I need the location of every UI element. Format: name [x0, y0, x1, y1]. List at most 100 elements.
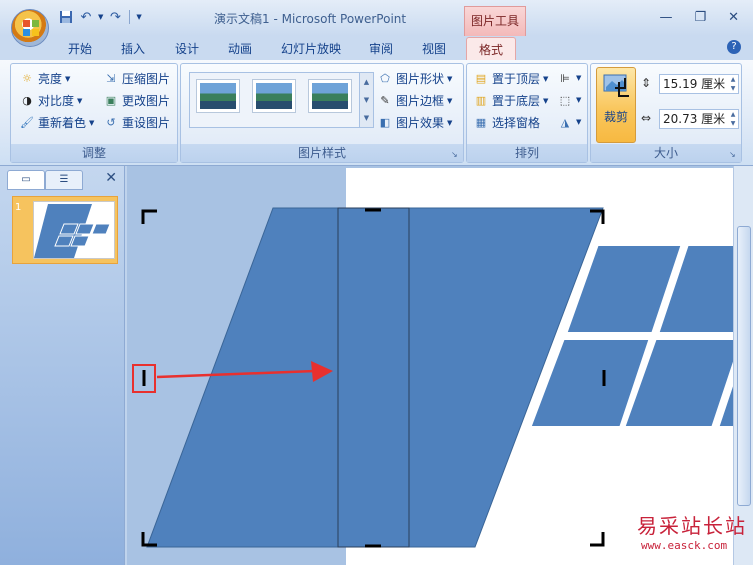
- crop-button[interactable]: 裁剪: [596, 67, 636, 143]
- slide-thumbnail-preview: [33, 201, 115, 259]
- width-icon: ⇔: [641, 111, 652, 125]
- panel-tabs: ▭ ☰: [7, 170, 83, 190]
- group-label-size: 大小: [591, 144, 741, 162]
- compress-icon: ⇲: [106, 72, 116, 85]
- gallery-up-icon[interactable]: ▲: [364, 78, 369, 86]
- window-title: 演示文稿1 - Microsoft PowerPoint: [214, 12, 407, 26]
- height-icon: ⇕: [641, 76, 652, 90]
- minimize-icon[interactable]: —: [659, 10, 672, 25]
- selection-pane-button[interactable]: ▦ 选择窗格: [473, 114, 540, 131]
- rotate-button[interactable]: ◮ ▼: [557, 114, 582, 130]
- bring-to-front-label: 置于顶层: [492, 72, 541, 86]
- width-value: 20.73 厘米: [663, 112, 726, 126]
- customize-qat-icon[interactable]: ▼: [136, 13, 141, 21]
- qat-separator: [129, 10, 131, 24]
- align-button[interactable]: ⊫ ▼: [557, 70, 581, 86]
- chevron-down-icon: ▼: [543, 74, 549, 83]
- tab-format[interactable]: 格式: [466, 37, 517, 61]
- scrollbar-thumb[interactable]: [737, 226, 751, 506]
- office-button[interactable]: [11, 9, 49, 47]
- tab-home[interactable]: 开始: [68, 40, 92, 57]
- chevron-down-icon: ▼: [447, 74, 453, 83]
- tab-insert[interactable]: 插入: [121, 40, 145, 57]
- recolor-icon: 🖌: [20, 116, 34, 129]
- chevron-down-icon: ▼: [65, 74, 71, 83]
- restore-icon[interactable]: ❐: [694, 10, 706, 25]
- change-picture-icon: ▣: [105, 94, 117, 107]
- recolor-button[interactable]: 🖌 重新着色 ▼: [19, 114, 94, 131]
- width-spinner[interactable]: 20.73 厘米 ▲ ▼: [659, 109, 739, 129]
- style-thumb-3[interactable]: [308, 79, 352, 113]
- width-spin-arrows[interactable]: ▲ ▼: [728, 110, 738, 128]
- height-spinner[interactable]: 15.19 厘米 ▲ ▼: [659, 74, 739, 94]
- compress-pictures-button[interactable]: ⇲ 压缩图片: [103, 70, 170, 87]
- bring-to-front-icon: ▤: [475, 72, 487, 85]
- height-spin-arrows[interactable]: ▲ ▼: [728, 75, 738, 93]
- vertical-scrollbar[interactable]: [733, 166, 753, 565]
- picture-effects-label: 图片效果: [396, 116, 445, 130]
- change-picture-button[interactable]: ▣ 更改图片: [103, 92, 170, 109]
- tab-outline-icon[interactable]: ☰: [45, 170, 83, 190]
- tab-animations[interactable]: 动画: [228, 40, 252, 57]
- slide-number: 1: [15, 202, 22, 213]
- picture-styles-gallery: ▲ ▼ ▼: [189, 72, 374, 128]
- quick-access-toolbar: ↶ ▼ ↷ ▼: [58, 9, 142, 25]
- bring-to-front-button[interactable]: ▤ 置于顶层 ▼: [473, 70, 549, 87]
- compress-label: 压缩图片: [122, 72, 171, 86]
- watermark: 易采站长站 www.easck.com: [637, 510, 747, 552]
- gallery-more-icon[interactable]: ▼: [364, 114, 369, 122]
- chevron-down-icon: ▼: [77, 96, 83, 105]
- group-objects-button[interactable]: ⬚ ▼: [557, 92, 582, 108]
- group-label-arrange: 排列: [467, 144, 587, 162]
- brightness-label: 亮度: [38, 72, 63, 86]
- undo-icon[interactable]: ↶: [78, 9, 94, 25]
- picture-effects-button[interactable]: ◧ 图片效果 ▼: [377, 114, 453, 131]
- tab-slideshow[interactable]: 幻灯片放映: [281, 40, 341, 57]
- chevron-down-icon: ▼: [447, 118, 453, 127]
- chevron-down-icon: ▼: [576, 74, 582, 82]
- gallery-scroll[interactable]: ▲ ▼ ▼: [359, 73, 373, 127]
- crop-label: 裁剪: [603, 110, 628, 124]
- picture-border-button[interactable]: ✎ 图片边框 ▼: [377, 92, 452, 109]
- save-icon[interactable]: [58, 9, 74, 25]
- chevron-down-icon: ▼: [576, 96, 582, 104]
- reset-picture-button[interactable]: ↺ 重设图片: [103, 114, 170, 131]
- ribbon: ☼ 亮度 ▼ ◑ 对比度 ▼ 🖌 重新着色 ▼ ⇲ 压缩图片 ▣ 更改图片 ↺ …: [0, 60, 753, 166]
- close-icon[interactable]: ✕: [728, 10, 739, 25]
- tab-design[interactable]: 设计: [175, 40, 199, 57]
- group-adjust: ☼ 亮度 ▼ ◑ 对比度 ▼ 🖌 重新着色 ▼ ⇲ 压缩图片 ▣ 更改图片 ↺ …: [10, 63, 178, 163]
- group-size: 裁剪 ⇕ 15.19 厘米 ▲ ▼ ⇔ 20.73 厘米 ▲ ▼ 大小 ↘: [590, 63, 742, 163]
- help-icon[interactable]: ?: [727, 40, 741, 54]
- selection-pane-icon: ▦: [475, 116, 487, 129]
- style-thumb-1[interactable]: [196, 79, 240, 113]
- undo-dropdown-icon[interactable]: ▼: [98, 13, 103, 21]
- slide-thumbnail[interactable]: [12, 196, 118, 264]
- tab-review[interactable]: 审阅: [369, 40, 393, 57]
- window-controls: — ❐ ✕: [659, 10, 739, 25]
- panel-close-icon[interactable]: ✕: [105, 170, 117, 186]
- tab-slides-icon[interactable]: ▭: [7, 170, 45, 190]
- chevron-down-icon: ▼: [89, 118, 95, 127]
- crop-region: [337, 207, 410, 548]
- gallery-down-icon[interactable]: ▼: [364, 96, 369, 104]
- chevron-down-icon: ▼: [576, 118, 582, 126]
- group-picture-styles: ▲ ▼ ▼ ⬠ 图片形状 ▼ ✎ 图片边框 ▼ ◧ 图片效果 ▼ 图片样式 ↘: [180, 63, 464, 163]
- picture-effects-icon: ◧: [379, 116, 391, 129]
- send-to-back-button[interactable]: ▥ 置于底层 ▼: [473, 92, 549, 109]
- dialog-launcher-icon[interactable]: ↘: [729, 150, 738, 159]
- crop-handle-bottom-right: [590, 532, 605, 547]
- redo-icon[interactable]: ↷: [107, 9, 123, 25]
- picture-shape-button[interactable]: ⬠ 图片形状 ▼: [377, 70, 452, 87]
- crop-icon: [603, 74, 629, 97]
- contextual-tab-header: 图片工具: [464, 6, 526, 36]
- contrast-button[interactable]: ◑ 对比度 ▼: [19, 92, 82, 109]
- dialog-launcher-icon[interactable]: ↘: [451, 150, 460, 159]
- title-bar: ↶ ▼ ↷ ▼ 演示文稿1 - Microsoft PowerPoint 图片工…: [0, 0, 753, 36]
- style-thumb-2[interactable]: [252, 79, 296, 113]
- tab-view[interactable]: 视图: [422, 40, 446, 57]
- picture-shape-label: 图片形状: [396, 72, 445, 86]
- chevron-down-icon: ▼: [543, 96, 549, 105]
- chevron-down-icon: ▼: [447, 96, 453, 105]
- brightness-button[interactable]: ☼ 亮度 ▼: [19, 70, 70, 87]
- send-to-back-label: 置于底层: [492, 94, 541, 108]
